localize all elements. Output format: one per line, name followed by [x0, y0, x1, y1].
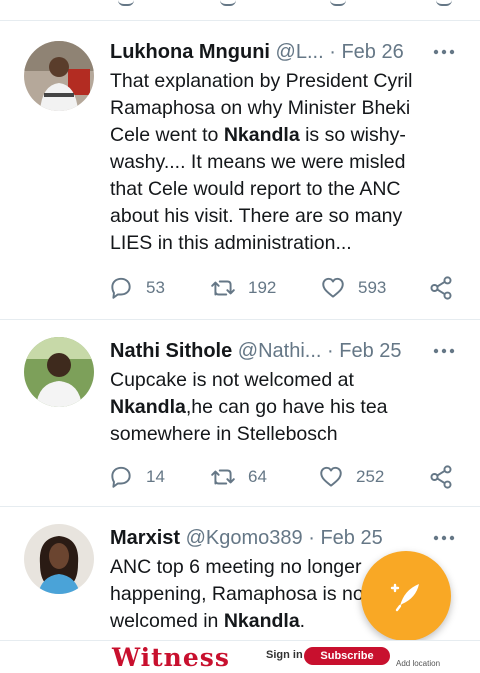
- reply-icon: [111, 277, 131, 299]
- heart-icon: [320, 466, 342, 487]
- tweet-actions: 53 192 593: [108, 273, 458, 303]
- previous-tweet-actions: [0, 0, 480, 21]
- like-count: 252: [356, 467, 385, 486]
- retweet-count: 192: [248, 278, 277, 297]
- share-icon: [430, 276, 452, 300]
- reply-button[interactable]: 53: [108, 273, 165, 303]
- compose-tweet-icon: [390, 583, 419, 612]
- reply-icon[interactable]: [118, 0, 134, 6]
- ad-banner[interactable]: Witness Sign in Subscribe Add location: [0, 640, 480, 673]
- tweet[interactable]: Nathi Sithole @Nathi... · Feb 25 Cupcake…: [0, 320, 480, 507]
- avatar[interactable]: [24, 524, 94, 594]
- more-options-icon[interactable]: [432, 341, 456, 361]
- share-button[interactable]: [428, 273, 466, 303]
- compose-tweet-button[interactable]: [361, 551, 451, 641]
- highlighted-keyword: Nkandla: [223, 610, 300, 632]
- user-photo-icon: [24, 41, 94, 111]
- ad-location-link[interactable]: Add location: [396, 659, 440, 668]
- tweet-actions: 14 64 252: [108, 462, 458, 492]
- retweet-icon: [211, 469, 235, 485]
- share-icon[interactable]: [436, 0, 452, 6]
- separator-dot: ·: [327, 340, 334, 362]
- highlighted-keyword: Nkandla: [223, 124, 300, 146]
- ad-sign-in-link[interactable]: Sign in: [266, 649, 303, 661]
- retweet-icon[interactable]: [220, 0, 236, 6]
- reply-count: 14: [146, 467, 165, 486]
- more-options-icon[interactable]: [432, 528, 456, 548]
- tweet-header: Nathi Sithole @Nathi... · Feb 25: [110, 337, 456, 365]
- like-button[interactable]: 252: [318, 462, 384, 492]
- tweet-header: Marxist @Kgomo389 · Feb 25: [110, 524, 456, 552]
- tweet-date[interactable]: Feb 26: [341, 41, 403, 63]
- tweet-date[interactable]: Feb 25: [320, 527, 382, 549]
- display-name[interactable]: Marxist: [110, 527, 180, 549]
- more-options-icon[interactable]: [432, 42, 456, 62]
- display-name[interactable]: Lukhona Mnguni: [110, 41, 270, 63]
- tweet[interactable]: Lukhona Mnguni @L... · Feb 26 That expla…: [0, 21, 480, 320]
- like-count: 593: [358, 278, 387, 297]
- tweet-text: Cupcake is not welcomed at Nkandla,he ca…: [110, 367, 440, 448]
- user-handle[interactable]: @Kgomo389: [186, 527, 303, 549]
- highlighted-keyword: Nkandla: [110, 396, 186, 418]
- user-photo-icon: [24, 337, 94, 407]
- share-button[interactable]: [428, 462, 466, 492]
- avatar[interactable]: [24, 337, 94, 407]
- tweet-header: Lukhona Mnguni @L... · Feb 26: [110, 38, 456, 66]
- retweet-icon: [211, 280, 235, 296]
- tweet-text-part: Cupcake is not welcomed at: [110, 369, 354, 391]
- tweet-text: That explanation by President Cyril Rama…: [110, 68, 440, 257]
- retweet-count: 64: [248, 467, 267, 486]
- tweet-text-part: .: [299, 610, 306, 632]
- user-handle[interactable]: @L...: [276, 41, 324, 63]
- ad-logo: Witness: [112, 643, 230, 672]
- user-handle[interactable]: @Nathi...: [238, 340, 322, 362]
- retweet-button[interactable]: 64: [210, 462, 267, 492]
- separator-dot: ·: [308, 527, 315, 549]
- like-icon[interactable]: [330, 0, 346, 6]
- reply-button[interactable]: 14: [108, 462, 165, 492]
- share-icon: [430, 465, 452, 489]
- reply-icon: [111, 466, 131, 488]
- reply-count: 53: [146, 278, 165, 297]
- user-photo-icon: [24, 524, 94, 594]
- heart-icon: [322, 277, 344, 298]
- tweet-date[interactable]: Feb 25: [339, 340, 401, 362]
- avatar[interactable]: [24, 41, 94, 111]
- display-name[interactable]: Nathi Sithole: [110, 340, 232, 362]
- ad-subscribe-button[interactable]: Subscribe: [304, 647, 390, 665]
- separator-dot: ·: [329, 41, 336, 63]
- retweet-button[interactable]: 192: [210, 273, 276, 303]
- like-button[interactable]: 593: [320, 273, 386, 303]
